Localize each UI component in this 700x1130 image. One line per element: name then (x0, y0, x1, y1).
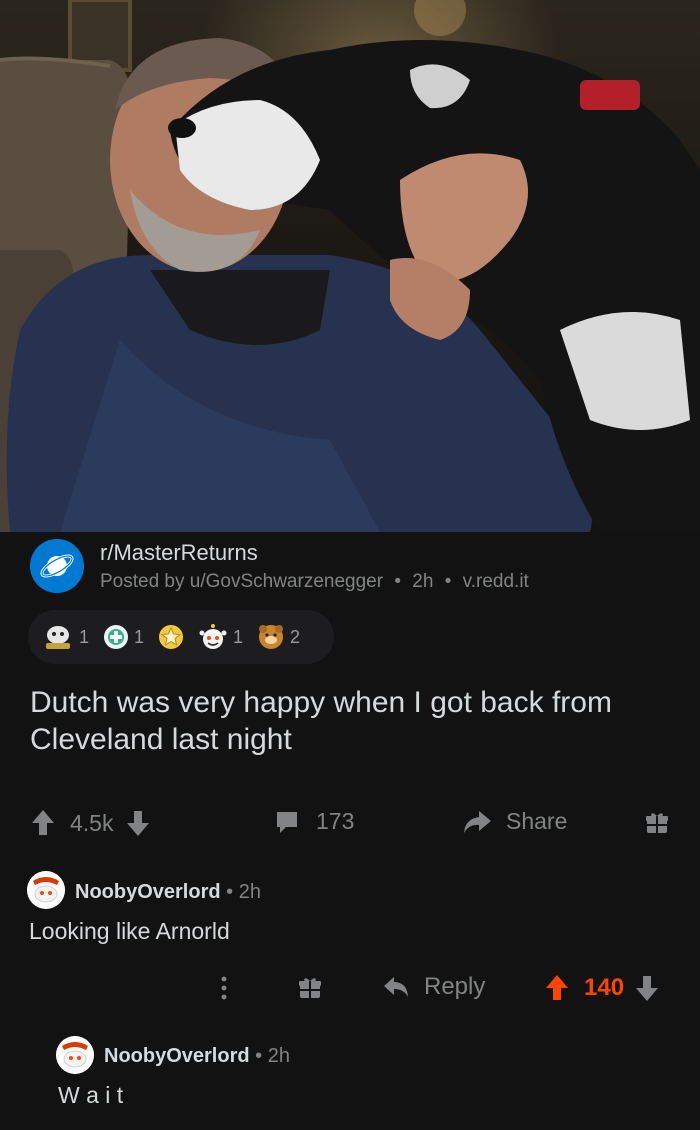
star-award-icon (159, 625, 184, 649)
share-button[interactable]: Share (462, 808, 567, 835)
award-count: 1 (79, 626, 90, 647)
award-count: 2 (290, 626, 301, 647)
green-cross-award-icon (104, 625, 129, 649)
post-meta: Posted by u/GovSchwarzenegger • 2h • v.r… (100, 571, 529, 593)
subreddit-avatar[interactable] (30, 539, 84, 593)
separator-dot: • (255, 1045, 268, 1067)
give-award-button[interactable] (645, 811, 669, 835)
post-domain[interactable]: v.redd.it (463, 571, 529, 592)
comment-score: 140 (584, 974, 625, 1001)
post-media-image[interactable] (0, 0, 700, 532)
comment-award-button[interactable] (298, 976, 322, 1000)
award-item: 2 (257, 623, 300, 651)
comment-body: W a i t (58, 1082, 124, 1108)
comment-vote-group: 140 (544, 973, 660, 1003)
separator-dot: • (394, 571, 401, 592)
snoo-avatar-icon (27, 871, 65, 909)
comment-reply-button[interactable]: Reply (382, 973, 485, 1001)
comments-button[interactable]: 173 (274, 808, 354, 835)
award-item: 1 (42, 623, 89, 651)
comment-body: Looking like Arnorld (29, 918, 230, 944)
comment-author[interactable]: NoobyOverlord (104, 1045, 250, 1067)
award-item: 1 (198, 623, 243, 651)
comment-author-line: NoobyOverlord • 2h (104, 1045, 290, 1068)
posted-by-label: Posted by (100, 571, 185, 592)
wholesome-seal-award-icon (46, 626, 70, 649)
upvote-arrow-icon[interactable] (30, 808, 56, 838)
excited-snoo-award-icon (199, 624, 227, 649)
post-vote-group: 4.5k (30, 808, 151, 838)
awards-bar[interactable]: 1 1 1 2 (28, 610, 334, 664)
snoo-avatar-icon (56, 1036, 94, 1074)
award-item (158, 624, 184, 650)
more-vertical-icon (221, 976, 227, 1000)
gift-icon (299, 978, 321, 998)
post-title[interactable]: Dutch was very happy when I got back fro… (30, 684, 680, 758)
bear-hug-award-icon (259, 625, 284, 649)
award-count: 1 (134, 626, 145, 647)
comment-author-line: NoobyOverlord • 2h (75, 881, 261, 904)
downvote-arrow-icon[interactable] (634, 973, 660, 1003)
downvote-arrow-icon[interactable] (125, 808, 151, 838)
comment-time: 2h (267, 1045, 290, 1067)
comment-time: 2h (238, 881, 261, 903)
commenter-avatar[interactable] (27, 871, 65, 909)
reply-arrow-icon (384, 977, 408, 997)
separator-dot: • (444, 571, 452, 592)
post-score: 4.5k (70, 809, 114, 836)
commenter-avatar[interactable] (56, 1036, 94, 1074)
photo-illustration (0, 0, 700, 532)
planet-icon (40, 554, 74, 578)
award-item: 1 (103, 624, 144, 650)
comment-bubble-icon (277, 811, 297, 833)
subreddit-name[interactable]: r/MasterReturns (100, 540, 258, 566)
reddit-post-screen: r/MasterReturns Posted by u/GovSchwarzen… (0, 0, 700, 1130)
share-label: Share (506, 808, 568, 834)
award-count: 1 (233, 626, 244, 647)
share-arrow-icon (464, 810, 491, 833)
comment-author[interactable]: NoobyOverlord (75, 881, 221, 903)
post-time: 2h (412, 571, 434, 592)
separator-dot: • (226, 881, 239, 903)
gift-icon (646, 813, 668, 833)
post-author[interactable]: u/GovSchwarzenegger (190, 571, 383, 592)
comment-more-button[interactable] (214, 974, 234, 1002)
upvote-arrow-icon[interactable] (544, 973, 570, 1003)
comment-count: 173 (316, 808, 355, 834)
reply-label: Reply (424, 973, 486, 1000)
